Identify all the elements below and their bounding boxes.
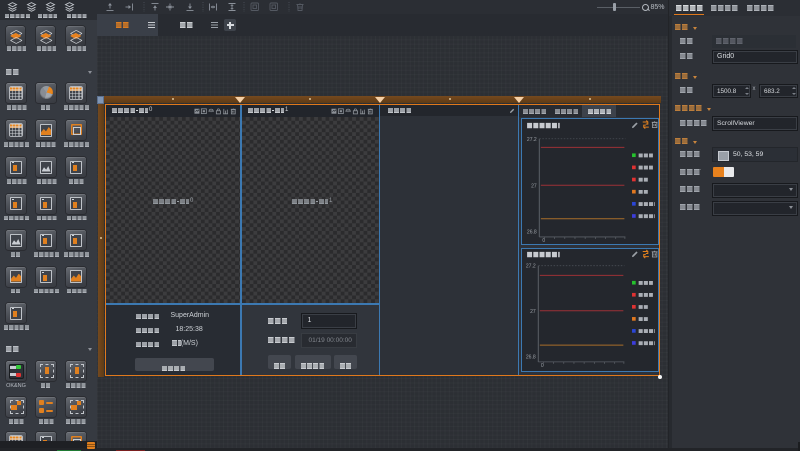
svg-text:26.8: 26.8 (525, 354, 535, 360)
svg-text:0: 0 (542, 238, 545, 244)
svg-text:27: 27 (530, 308, 536, 314)
svg-text:27: 27 (531, 183, 537, 189)
svg-text:27.2: 27.2 (527, 137, 537, 143)
svg-text:27.2: 27.2 (525, 263, 535, 269)
svg-text:26.8: 26.8 (527, 229, 537, 235)
